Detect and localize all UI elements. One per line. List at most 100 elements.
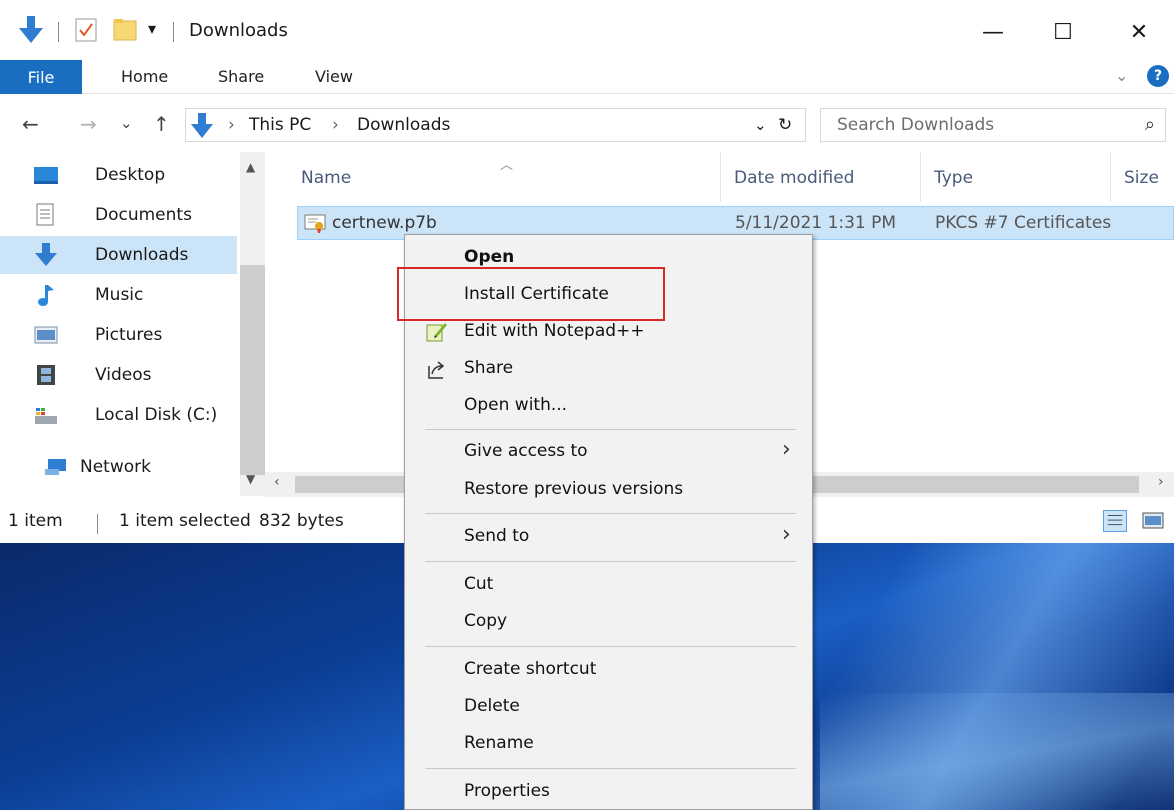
- menu-item-rename[interactable]: Rename: [405, 727, 812, 763]
- ribbon-tabs: File Home Share View ⌄ ?: [0, 60, 1174, 94]
- menu-item-copy[interactable]: Copy: [405, 605, 812, 641]
- nav-item-desktop[interactable]: Desktop: [0, 156, 237, 194]
- forward-button[interactable]: →: [80, 112, 97, 136]
- menu-item-label: Copy: [464, 611, 508, 631]
- nav-item-label: Documents: [95, 205, 192, 225]
- details-view-icon[interactable]: [1103, 510, 1127, 532]
- crumb-separator-2[interactable]: ›: [332, 115, 339, 135]
- pictures-icon: [34, 326, 58, 344]
- menu-item-label: Cut: [464, 574, 494, 594]
- column-name[interactable]: Name: [301, 168, 351, 188]
- item-count: 1 item: [8, 511, 63, 531]
- file-name[interactable]: certnew.p7b: [332, 213, 437, 233]
- column-size[interactable]: Size: [1124, 168, 1159, 188]
- nav-scroll-thumb[interactable]: [240, 265, 265, 475]
- properties-quick-access-icon[interactable]: [75, 18, 97, 42]
- scroll-up-icon[interactable]: ▲: [246, 160, 255, 174]
- menu-item-label: Edit with Notepad++: [464, 321, 645, 341]
- desktop-light-beam-lower: [820, 693, 1174, 810]
- menu-item-send-to[interactable]: Send to ›: [405, 520, 812, 556]
- nav-item-label: Pictures: [95, 325, 163, 345]
- recent-locations-button[interactable]: ⌄: [120, 114, 133, 132]
- nav-item-music[interactable]: Music: [0, 276, 237, 314]
- submenu-arrow-icon: ›: [782, 437, 791, 462]
- menu-item-open-with[interactable]: Open with...: [405, 389, 812, 425]
- downloads-arrow-icon: [19, 16, 43, 43]
- tab-share[interactable]: Share: [218, 67, 264, 86]
- nav-item-pictures[interactable]: Pictures: [0, 316, 237, 354]
- menu-item-label: Share: [464, 358, 514, 378]
- new-folder-quick-access-icon[interactable]: [113, 18, 137, 42]
- back-button[interactable]: ←: [22, 112, 39, 136]
- crumb-downloads[interactable]: Downloads: [357, 115, 450, 135]
- notepadpp-icon: [426, 323, 447, 342]
- crumb-separator[interactable]: ›: [228, 115, 235, 135]
- column-type[interactable]: Type: [934, 168, 973, 188]
- selection-size: 832 bytes: [259, 511, 344, 531]
- title-separator: [58, 22, 59, 42]
- ribbon-expand-icon[interactable]: ⌄: [1115, 66, 1128, 85]
- nav-item-local-disk[interactable]: Local Disk (C:): [0, 396, 237, 434]
- menu-item-label: Delete: [464, 696, 520, 716]
- menu-item-delete[interactable]: Delete: [405, 690, 812, 726]
- menu-item-restore-previous-versions[interactable]: Restore previous versions: [405, 473, 812, 509]
- menu-divider: [425, 513, 796, 514]
- menu-item-label: Create shortcut: [464, 659, 597, 679]
- address-row: ← → ⌄ ↑ › This PC › Downloads ⌄ ↻ Search…: [0, 100, 1174, 148]
- address-bar[interactable]: › This PC › Downloads ⌄ ↻: [185, 108, 806, 142]
- menu-item-label: Open with...: [464, 395, 568, 415]
- local-disk-icon: [35, 408, 57, 424]
- tab-view[interactable]: View: [315, 67, 353, 86]
- tab-file[interactable]: File: [0, 60, 82, 94]
- search-box[interactable]: Search Downloads ⌕: [820, 108, 1166, 142]
- menu-divider: [425, 561, 796, 562]
- menu-item-label: Open: [464, 247, 515, 267]
- column-divider[interactable]: [720, 152, 721, 202]
- window-title: Downloads: [189, 20, 288, 41]
- menu-item-share[interactable]: Share: [405, 352, 812, 388]
- file-type: PKCS #7 Certificates: [935, 213, 1112, 233]
- nav-item-documents[interactable]: Documents: [0, 196, 237, 234]
- share-icon: [428, 361, 445, 379]
- nav-item-downloads[interactable]: Downloads: [0, 236, 237, 274]
- tab-home[interactable]: Home: [121, 67, 168, 86]
- large-icons-view-icon[interactable]: [1141, 510, 1165, 532]
- address-dropdown-icon[interactable]: ⌄: [754, 116, 767, 134]
- column-divider[interactable]: [1110, 152, 1111, 202]
- search-placeholder: Search Downloads: [837, 115, 995, 135]
- help-icon[interactable]: ?: [1147, 65, 1169, 87]
- customize-quick-access-icon[interactable]: ▾: [148, 19, 156, 38]
- search-icon[interactable]: ⌕: [1145, 114, 1155, 135]
- nav-scrollbar[interactable]: ▲ ▼: [240, 152, 265, 496]
- column-date-modified[interactable]: Date modified: [734, 168, 854, 188]
- crumb-this-pc[interactable]: This PC: [249, 115, 311, 135]
- scroll-down-icon[interactable]: ▼: [246, 472, 255, 486]
- nav-item-label: Local Disk (C:): [95, 405, 218, 425]
- scroll-right-icon[interactable]: ›: [1158, 474, 1164, 490]
- refresh-icon[interactable]: ↻: [778, 115, 792, 135]
- close-button[interactable]: ✕: [1116, 14, 1162, 50]
- maximize-button[interactable]: ☐: [1040, 14, 1086, 50]
- menu-item-label: Send to: [464, 526, 530, 546]
- nav-item-label: Desktop: [95, 165, 166, 185]
- menu-item-properties[interactable]: Properties: [405, 775, 812, 810]
- menu-item-create-shortcut[interactable]: Create shortcut: [405, 653, 812, 689]
- nav-item-label: Videos: [95, 365, 152, 385]
- downloads-icon: [35, 243, 57, 266]
- menu-divider: [425, 646, 796, 647]
- menu-item-give-access-to[interactable]: Give access to ›: [405, 435, 812, 471]
- menu-divider: [425, 768, 796, 769]
- minimize-button[interactable]: —: [970, 14, 1016, 50]
- desktop-icon: [34, 167, 58, 184]
- documents-icon: [36, 203, 54, 226]
- nav-item-videos[interactable]: Videos: [0, 356, 237, 394]
- downloads-location-icon: [191, 113, 213, 138]
- up-button[interactable]: ↑: [153, 112, 170, 136]
- scroll-left-icon[interactable]: ‹: [274, 474, 280, 490]
- file-date-modified: 5/11/2021 1:31 PM: [735, 213, 897, 233]
- navigation-pane: Desktop Documents Downloads Music Pictur…: [0, 152, 265, 502]
- nav-item-network[interactable]: Network: [0, 448, 237, 486]
- menu-item-label: Restore previous versions: [464, 479, 684, 499]
- menu-item-cut[interactable]: Cut: [405, 568, 812, 604]
- column-divider[interactable]: [920, 152, 921, 202]
